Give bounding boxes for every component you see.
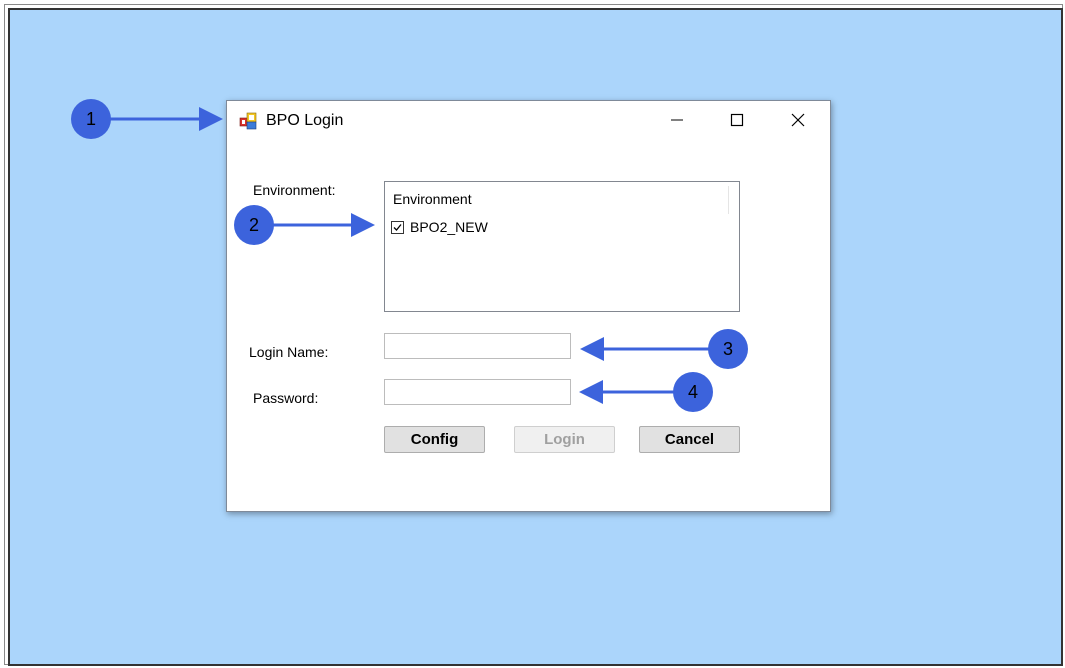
annotation-badge-3: 3	[708, 329, 748, 369]
annotation-arrows	[110, 107, 710, 404]
annotation-badge-4: 4	[673, 372, 713, 412]
annotation-badge-2: 2	[234, 205, 274, 245]
annotation-badge-1: 1	[71, 99, 111, 139]
